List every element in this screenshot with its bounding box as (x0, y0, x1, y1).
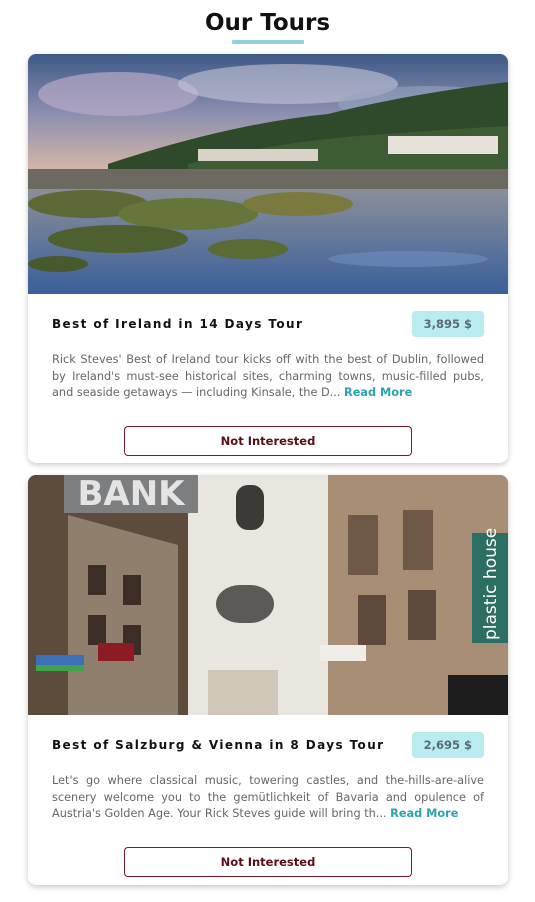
tour-image-vienna: BANK plastic house (28, 475, 508, 715)
sign-plastic-house: plastic house (481, 528, 501, 640)
tour-description: Let's go where classical music, towering… (52, 773, 484, 823)
not-interested-button[interactable]: Not Interested (124, 846, 412, 877)
page-title: Our Tours (204, 10, 331, 36)
tour-card: Best of Ireland in 14 Days Tour 3,895 $ … (28, 54, 508, 463)
price-badge: 3,895 $ (411, 311, 484, 337)
read-more-link[interactable]: Read More (390, 807, 458, 820)
tour-card: BANK plastic house Best of Salzburg & Vi… (28, 475, 508, 885)
tour-name: Best of Ireland in 14 Days Tour (52, 317, 304, 331)
price-badge: 2,695 $ (411, 732, 484, 758)
tour-image-ireland (28, 54, 508, 294)
description-text: Rick Steves' Best of Ireland tour kicks … (52, 353, 484, 399)
tour-info-row: Best of Ireland in 14 Days Tour 3,895 $ (28, 310, 508, 338)
tour-description: Rick Steves' Best of Ireland tour kicks … (52, 352, 484, 402)
tour-name: Best of Salzburg & Vienna in 8 Days Tour (52, 738, 385, 752)
read-more-link[interactable]: Read More (344, 386, 412, 399)
sign-bank: BANK (77, 475, 186, 514)
not-interested-button[interactable]: Not Interested (124, 425, 412, 456)
tour-info-row: Best of Salzburg & Vienna in 8 Days Tour… (28, 731, 508, 759)
title-underline (231, 40, 304, 44)
